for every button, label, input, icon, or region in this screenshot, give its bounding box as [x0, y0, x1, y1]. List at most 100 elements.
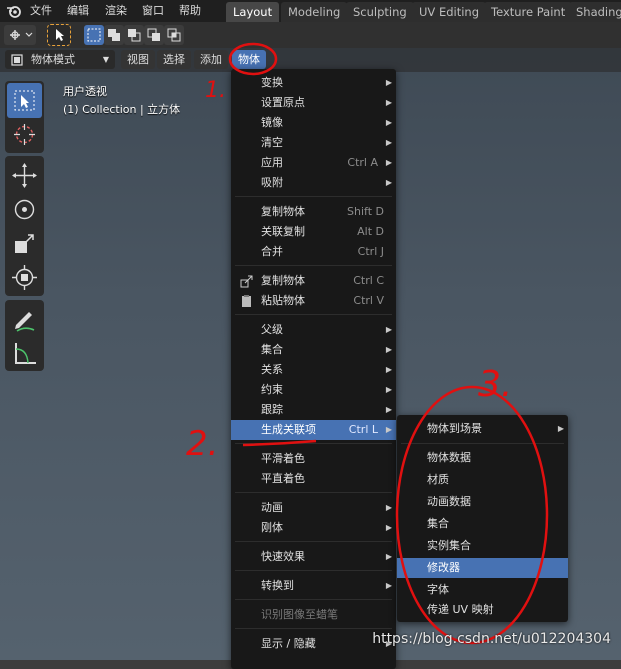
tab-texture-paint[interactable]: Texture Paint	[484, 2, 573, 22]
menu-separator	[235, 570, 392, 571]
menu-item-label: 物体到场景	[427, 422, 482, 435]
object-menu-item[interactable]: 应用 Ctrl A ▶	[231, 153, 396, 173]
link-submenu-item[interactable]: 材质	[397, 470, 568, 490]
select-mode-extend-button[interactable]	[104, 25, 124, 45]
measure-tool[interactable]	[7, 336, 42, 371]
object-menu-item[interactable]: 约束 ▶	[231, 380, 396, 400]
menu-separator	[235, 541, 392, 542]
menu-item-label: 物体数据	[427, 451, 471, 464]
menu-view[interactable]: 视图	[121, 50, 155, 69]
select-mode-subtract-button[interactable]	[124, 25, 144, 45]
link-submenu-item[interactable]: 实例集合	[397, 536, 568, 556]
object-menu-item[interactable]: 粘贴物体 Ctrl V	[231, 291, 396, 311]
menu-separator	[235, 443, 392, 444]
menu-window[interactable]: 窗口	[137, 2, 169, 20]
menu-file[interactable]: 文件	[25, 2, 57, 20]
object-menu-item[interactable]: 父级 ▶	[231, 320, 396, 340]
object-menu-item[interactable]: 关联复制 Alt D	[231, 222, 396, 242]
link-submenu-item[interactable]: 物体到场景 ▶	[397, 419, 568, 439]
object-menu-item[interactable]: 变换 ▶	[231, 73, 396, 93]
select-box-tool[interactable]	[7, 83, 42, 118]
paste-icon	[242, 295, 251, 307]
submenu-arrow-icon: ▶	[385, 581, 392, 590]
link-submenu-item[interactable]: 集合	[397, 514, 568, 534]
object-menu-item[interactable]: 集合 ▶	[231, 340, 396, 360]
object-menu-item[interactable]: 吸附 ▶	[231, 173, 396, 193]
transform-pivot-dropdown[interactable]	[4, 25, 36, 45]
menu-item-label: 设置原点	[261, 96, 305, 109]
blender-logo-icon[interactable]	[6, 3, 22, 19]
move-tool[interactable]	[7, 158, 42, 193]
menu-render[interactable]: 渲染	[100, 2, 132, 20]
menu-item-label: 复制物体	[261, 205, 305, 218]
menu-object[interactable]: 物体	[232, 50, 266, 69]
submenu-arrow-icon: ▶	[385, 385, 392, 394]
object-menu-item[interactable]: 复制物体 Shift D	[231, 202, 396, 222]
tab-uv-editing[interactable]: UV Editing	[412, 2, 486, 22]
object-menu-item[interactable]: 识别图像至蜡笔	[231, 605, 396, 625]
menu-separator	[235, 492, 392, 493]
object-menu-item[interactable]: 镜像 ▶	[231, 113, 396, 133]
object-menu-item[interactable]: 清空 ▶	[231, 133, 396, 153]
select-mode-intersect-button[interactable]	[164, 25, 184, 45]
tab-modeling[interactable]: Modeling	[281, 2, 348, 22]
link-submenu-item[interactable]: 传递 UV 映射	[397, 600, 568, 620]
menu-separator	[235, 599, 392, 600]
transform-tool[interactable]	[7, 260, 42, 295]
link-submenu-item[interactable]: 物体数据	[397, 448, 568, 468]
link-submenu-item[interactable]: 字体	[397, 580, 568, 600]
object-menu-item[interactable]: 设置原点 ▶	[231, 93, 396, 113]
link-submenu-item[interactable]: 修改器	[397, 558, 568, 578]
menu-help[interactable]: 帮助	[174, 2, 206, 20]
object-menu-item[interactable]: 快速效果 ▶	[231, 547, 396, 567]
select-mode-new-button[interactable]	[84, 25, 104, 45]
object-menu-item[interactable]: 跟踪 ▶	[231, 400, 396, 420]
link-submenu-item[interactable]: 动画数据	[397, 492, 568, 512]
object-menu-item[interactable]: 关系 ▶	[231, 360, 396, 380]
select-tool-button[interactable]	[47, 24, 71, 46]
menu-item-label: 转换到	[261, 579, 294, 592]
submenu-arrow-icon: ▶	[385, 138, 392, 147]
menu-item-label: 动画数据	[427, 495, 471, 508]
rotate-tool[interactable]	[7, 192, 42, 227]
shortcut-label: Ctrl A	[347, 156, 378, 169]
viewport-view-name: 用户透视	[63, 85, 107, 98]
toolbar-group-select	[5, 81, 44, 153]
annotation-3: 3.	[478, 364, 512, 405]
object-menu-item[interactable]: 刚体 ▶	[231, 518, 396, 538]
menu-item-label: 集合	[427, 517, 449, 530]
object-menu-item[interactable]: 平直着色	[231, 469, 396, 489]
object-menu-item[interactable]: 生成关联项 Ctrl L ▶	[231, 420, 396, 440]
tab-sculpting[interactable]: Sculpting	[346, 2, 414, 22]
submenu-arrow-icon: ▶	[385, 78, 392, 87]
cursor-arrow-icon	[56, 29, 64, 41]
submenu-arrow-icon: ▶	[385, 365, 392, 374]
object-menu-item[interactable]: 合并 Ctrl J	[231, 242, 396, 262]
object-menu-item[interactable]: 动画 ▶	[231, 498, 396, 518]
object-menu-item[interactable]: 复制物体 Ctrl C	[231, 271, 396, 291]
submenu-arrow-icon: ▶	[385, 178, 392, 187]
tab-layout[interactable]: Layout	[226, 2, 280, 22]
select-mode-invert-button[interactable]	[144, 25, 164, 45]
object-menu-item[interactable]: 平滑着色	[231, 449, 396, 469]
menu-item-label: 集合	[261, 343, 283, 356]
menu-item-label: 吸附	[261, 176, 283, 189]
select-new-icon	[87, 28, 101, 42]
scale-tool[interactable]	[7, 226, 42, 261]
menu-item-label: 识别图像至蜡笔	[261, 608, 338, 621]
menu-add[interactable]: 添加	[194, 50, 228, 69]
mode-dropdown[interactable]: 物体模式 ▼	[5, 50, 115, 69]
submenu-arrow-icon: ▶	[385, 523, 392, 532]
annotate-tool[interactable]	[7, 302, 42, 337]
menu-edit[interactable]: 编辑	[62, 2, 94, 20]
menu-item-label: 清空	[261, 136, 283, 149]
menu-separator	[235, 628, 392, 629]
shortcut-label: Alt D	[357, 225, 384, 238]
tab-shading[interactable]: Shading	[569, 2, 621, 22]
menu-item-label: 显示 / 隐藏	[261, 637, 316, 650]
menu-item-label: 字体	[427, 583, 449, 596]
toolbar-group-transform	[5, 156, 44, 296]
object-menu-item[interactable]: 转换到 ▶	[231, 576, 396, 596]
menu-select[interactable]: 选择	[157, 50, 191, 69]
cursor-tool[interactable]	[7, 117, 42, 152]
